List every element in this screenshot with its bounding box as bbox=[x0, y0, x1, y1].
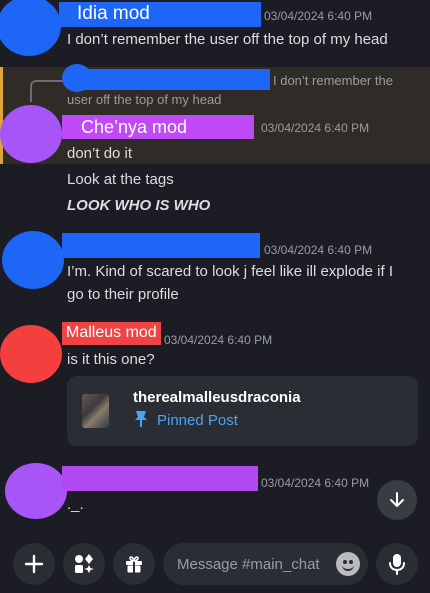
reply-preview[interactable]: I don’t remember the bbox=[273, 73, 393, 88]
pin-icon bbox=[135, 411, 147, 427]
jump-to-latest-button[interactable] bbox=[377, 480, 417, 520]
microphone-icon bbox=[389, 554, 405, 575]
message-input-placeholder: Message #main_chat bbox=[177, 556, 320, 573]
gift-icon bbox=[126, 556, 142, 573]
avatar[interactable] bbox=[0, 105, 62, 163]
message-text: ._. bbox=[67, 496, 84, 513]
message-text: Look at the tags bbox=[67, 171, 174, 188]
author-name-redacted[interactable] bbox=[62, 466, 258, 491]
reply-author-redacted[interactable] bbox=[76, 69, 270, 90]
avatar[interactable] bbox=[2, 231, 64, 289]
author-name-redacted[interactable]: Che’nya mod bbox=[62, 115, 254, 139]
embed-thumbnail[interactable] bbox=[82, 394, 109, 428]
arrow-down-icon bbox=[390, 492, 404, 507]
reply-preview-continued[interactable]: user off the top of my head bbox=[67, 92, 221, 107]
author-name-redacted[interactable] bbox=[62, 233, 260, 258]
author-name: Malleus mod bbox=[66, 324, 157, 341]
author-name-redacted[interactable]: Idia mod bbox=[59, 2, 261, 27]
message-input[interactable]: Message #main_chat bbox=[163, 543, 368, 585]
apps-button[interactable] bbox=[63, 543, 105, 585]
message-text-emphasis: LOOK WHO IS WHO bbox=[67, 197, 211, 214]
message-text: go to their profile bbox=[67, 286, 179, 303]
timestamp: 03/04/2024 6:40 PM bbox=[261, 476, 370, 490]
message-text: I’m. Kind of scared to look j feel like … bbox=[67, 263, 393, 280]
avatar[interactable] bbox=[0, 0, 61, 56]
timestamp: 03/04/2024 6:40 PM bbox=[264, 9, 373, 23]
embed-title[interactable]: therealmalleusdraconia bbox=[133, 389, 301, 406]
emoji-icon[interactable] bbox=[336, 552, 360, 576]
pinned-post-embed[interactable]: therealmalleusdraconia Pinned Post bbox=[67, 376, 418, 446]
voice-message-button[interactable] bbox=[376, 543, 418, 585]
message-text: don’t do it bbox=[67, 145, 133, 162]
plus-icon bbox=[24, 554, 44, 574]
gift-button[interactable] bbox=[113, 543, 155, 585]
message-text: is it this one? bbox=[67, 351, 155, 368]
author-name: Idia mod bbox=[77, 3, 150, 24]
author-name: Che’nya mod bbox=[81, 117, 188, 137]
embed-subtitle[interactable]: Pinned Post bbox=[157, 412, 238, 429]
timestamp: 03/04/2024 6:40 PM bbox=[261, 121, 370, 135]
avatar[interactable] bbox=[0, 325, 62, 383]
emoji-mouth bbox=[342, 564, 354, 571]
reply-connector bbox=[30, 80, 64, 102]
timestamp: 03/04/2024 6:40 PM bbox=[264, 243, 373, 257]
author-name-redacted[interactable]: Malleus mod bbox=[62, 322, 161, 345]
avatar[interactable] bbox=[5, 463, 67, 519]
timestamp: 03/04/2024 6:40 PM bbox=[164, 333, 273, 347]
apps-icon bbox=[75, 554, 94, 573]
attach-button[interactable] bbox=[13, 543, 55, 585]
message-text: I don’t remember the user off the top of… bbox=[67, 31, 388, 48]
